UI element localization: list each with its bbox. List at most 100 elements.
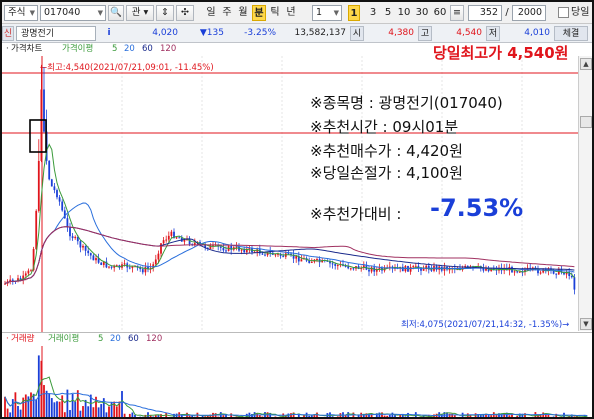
chart-scrollbar[interactable]: ▲ ▼: [578, 56, 592, 331]
view-button[interactable]: 관 ▾: [126, 5, 154, 21]
candle-body: [56, 190, 58, 198]
volume-bar: [50, 398, 53, 417]
candle-body: [82, 245, 84, 248]
volume-bar: [76, 390, 79, 417]
volume-bar: [154, 415, 157, 417]
period-minute[interactable]: 분: [252, 5, 266, 21]
candle-body: [71, 236, 74, 239]
volume-bar: [115, 406, 118, 417]
volume-bar: [19, 409, 22, 417]
volume-bar: [105, 412, 108, 417]
legend-marker: ·: [6, 44, 9, 54]
legend-ma20[interactable]: 20: [124, 43, 135, 56]
candle-body: [409, 266, 412, 272]
minute-list-button[interactable]: ≡: [450, 5, 464, 21]
change-percent: -3.25%: [244, 28, 276, 38]
period-year[interactable]: 년: [284, 5, 298, 21]
volume-bar: [479, 415, 482, 417]
minute-30[interactable]: 30: [414, 5, 430, 21]
volume-bar: [347, 412, 350, 417]
search-button[interactable]: 🔍: [108, 5, 124, 21]
minute-5[interactable]: 5: [382, 5, 394, 21]
volume-bar: [258, 414, 261, 417]
legend-volume[interactable]: 거래량: [11, 333, 34, 346]
volume-bar: [40, 360, 43, 417]
legend-vma5[interactable]: 5: [98, 333, 103, 346]
candle-body: [412, 266, 415, 268]
volume-bar: [391, 412, 394, 417]
count-total-input[interactable]: 2000: [512, 5, 546, 21]
candle-body: [165, 239, 168, 241]
legend-price-ma[interactable]: 가격이평: [62, 43, 93, 56]
scroll-thumb[interactable]: [580, 116, 592, 128]
legend-ma120[interactable]: 120: [160, 43, 176, 56]
volume-bar: [79, 410, 82, 417]
volume-bar: [58, 401, 61, 417]
stock-name-value: 광명전기: [21, 29, 55, 39]
minute-10[interactable]: 10: [396, 5, 412, 21]
legend-vma60[interactable]: 60: [128, 333, 139, 346]
volume-bar: [11, 399, 14, 417]
interval-badge[interactable]: 1: [348, 5, 360, 21]
scroll-up-button[interactable]: ▲: [580, 58, 592, 70]
count-total-value: 2000: [517, 7, 542, 18]
open-value: 4,380: [388, 28, 414, 38]
period-week[interactable]: 주: [220, 5, 234, 21]
volume-bar: [97, 407, 100, 417]
candle-body: [92, 255, 95, 261]
legend-volume-ma[interactable]: 거래이평: [48, 333, 79, 346]
candle-body: [87, 250, 90, 254]
candle-body: [24, 273, 27, 276]
legend-ma5[interactable]: 5: [112, 43, 117, 56]
stock-name-field[interactable]: 광명전기: [16, 26, 96, 41]
info-icon[interactable]: i: [98, 26, 120, 41]
volume-bar: [157, 414, 160, 417]
candle-body: [513, 271, 516, 273]
period-tick[interactable]: 틱: [268, 5, 282, 21]
volume-bar: [508, 415, 511, 417]
candle-body: [414, 265, 417, 267]
volume-bar: [310, 415, 313, 417]
info-vs-recommend-label: ※추천가대비 :: [310, 205, 402, 223]
volume-ma-line: [4, 376, 588, 417]
volume-bar: [30, 392, 32, 417]
count-input[interactable]: 352: [468, 5, 502, 21]
interval-select[interactable]: 1 ▼: [312, 5, 342, 21]
period-day[interactable]: 일: [204, 5, 218, 21]
volume-bar: [92, 407, 95, 417]
legend-ma60[interactable]: 60: [142, 43, 153, 56]
low-label: 저: [486, 26, 500, 41]
count-separator: /: [505, 7, 509, 18]
legend-price-chart[interactable]: 가격차트: [11, 43, 42, 56]
volume-bar: [84, 399, 87, 417]
volume-bar: [180, 415, 183, 417]
candle-body: [516, 271, 519, 273]
minute-60[interactable]: 60: [432, 5, 448, 21]
market-select[interactable]: 주식 ▼: [4, 5, 38, 21]
price-change: ▼135: [199, 28, 224, 38]
candle-body: [69, 227, 71, 237]
today-checkbox[interactable]: [558, 7, 569, 18]
volume-bar: [71, 394, 74, 417]
move-button[interactable]: ✣: [176, 5, 194, 21]
volume-bar: [453, 415, 456, 417]
legend-vma20[interactable]: 20: [110, 333, 121, 346]
volume-legend: · 거래량 거래이평 5 20 60 120: [2, 332, 592, 346]
candle-body: [368, 269, 370, 272]
volume-chart[interactable]: [2, 346, 592, 419]
candle-body: [287, 253, 290, 255]
candle-body: [222, 247, 225, 251]
info-recommend-time: ※추천시간 : 09시01분: [310, 118, 459, 136]
updown-button[interactable]: ⇕: [156, 5, 174, 21]
volume-bar: [53, 402, 56, 417]
volume-bar: [186, 412, 188, 417]
period-month[interactable]: 월: [236, 5, 250, 21]
volume-bar: [495, 415, 498, 417]
scroll-down-button[interactable]: ▼: [580, 318, 592, 330]
volume-bar: [196, 412, 199, 417]
trade-label[interactable]: 체결: [554, 26, 588, 41]
legend-vma120[interactable]: 120: [146, 333, 162, 346]
stock-code-input[interactable]: 017040 ▼: [40, 5, 106, 21]
high-value: 4,540: [456, 28, 482, 38]
minute-3[interactable]: 3: [367, 5, 379, 21]
